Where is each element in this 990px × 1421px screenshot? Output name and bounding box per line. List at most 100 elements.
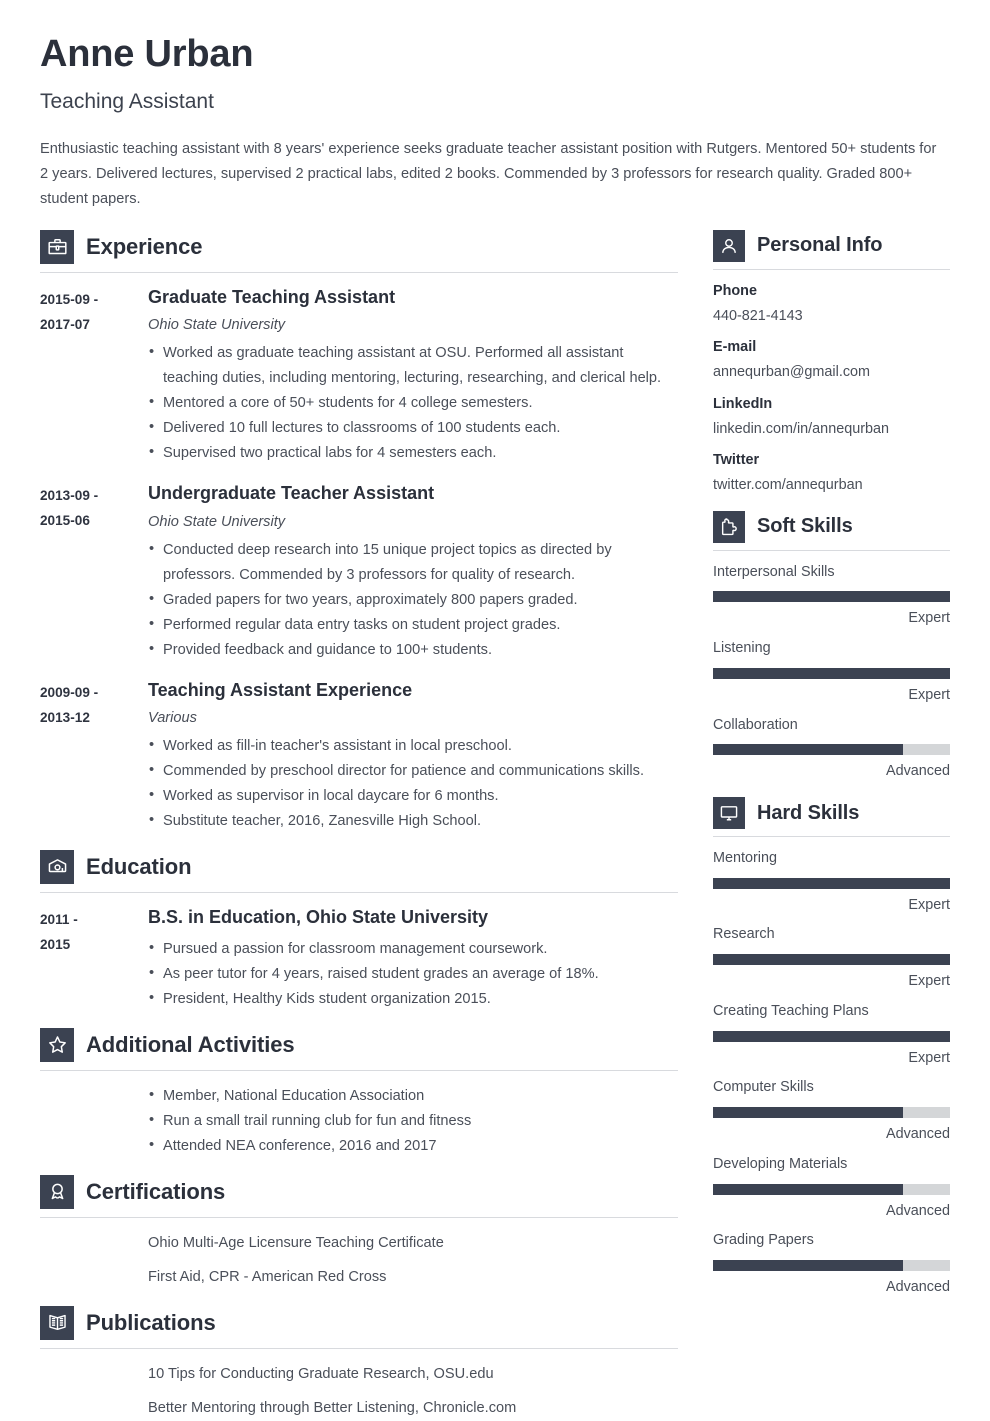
section-hard-skills: Hard Skills Mentoring Expert Research Ex… — [713, 797, 950, 1297]
section-header: Soft Skills — [713, 510, 950, 543]
bullet-item: As peer tutor for 4 years, raised studen… — [148, 961, 678, 987]
entry-date-range: 2011 - 2015 — [40, 906, 148, 1012]
experience-entry-list: 2015-09 - 2017-07 Graduate Teaching Assi… — [40, 286, 678, 835]
entry-bullet-list: Worked as graduate teaching assistant at… — [148, 340, 678, 466]
date-start: 2013-09 - — [40, 488, 99, 504]
section-title: Certifications — [86, 1178, 226, 1204]
person-icon — [713, 229, 745, 262]
bullet-item: Performed regular data entry tasks on st… — [148, 612, 678, 638]
skill-item: Computer Skills Advanced — [713, 1078, 950, 1143]
section-additional-activities: Additional Activities Member, National E… — [40, 1027, 678, 1159]
main-column: Experience 2015-09 - 2017-07 Graduate Te… — [40, 229, 678, 1421]
candidate-name: Anne Urban — [40, 33, 254, 75]
section-header: Certifications — [40, 1174, 678, 1209]
section-title: Additional Activities — [86, 1031, 295, 1057]
skill-bar-fill — [713, 744, 903, 756]
skill-name: Developing Materials — [713, 1155, 848, 1172]
skill-item: Listening Expert — [713, 639, 950, 704]
certifications-content: Ohio Multi-Age Licensure Teaching Certif… — [40, 1231, 678, 1290]
certification-item: Ohio Multi-Age Licensure Teaching Certif… — [148, 1234, 444, 1251]
experience-entry: 2009-09 - 2013-12 Teaching Assistant Exp… — [40, 679, 678, 835]
section-header: Education — [40, 850, 678, 885]
section-title: Publications — [86, 1309, 216, 1335]
skill-level-label: Expert — [908, 896, 950, 913]
skill-name: Listening — [713, 640, 771, 657]
skill-level-label: Expert — [908, 973, 950, 990]
info-value[interactable]: twitter.com/annequrban — [713, 476, 950, 495]
skill-level-label: Expert — [908, 610, 950, 627]
entry-role: Graduate Teaching Assistant — [148, 286, 396, 307]
entry-organization: Various — [148, 710, 197, 727]
briefcase-icon — [40, 229, 74, 264]
activities-content: Member, National Education Association R… — [40, 1083, 678, 1159]
skill-bar-track — [713, 591, 950, 603]
section-title: Soft Skills — [757, 515, 853, 538]
info-value[interactable]: 440-821-4143 — [713, 307, 950, 326]
skill-bar-track — [713, 1183, 950, 1195]
bullet-item: Run a small trail running club for fun a… — [148, 1108, 678, 1134]
skill-level-label: Expert — [908, 1049, 950, 1066]
section-title: Experience — [86, 233, 203, 259]
bullet-item: Commended by preschool director for pati… — [148, 758, 678, 784]
info-item-linkedin: LinkedIn linkedin.com/in/annequrban — [713, 395, 950, 438]
info-value[interactable]: annequrban@gmail.com — [713, 363, 950, 382]
section-divider — [713, 836, 950, 838]
section-header: Publications — [40, 1305, 678, 1340]
skill-bar-fill — [713, 1030, 950, 1042]
skill-item: Mentoring Expert — [713, 849, 950, 914]
skill-bar-fill — [713, 1107, 903, 1119]
skill-item: Interpersonal Skills Expert — [713, 563, 950, 628]
skill-bar-fill — [713, 591, 950, 603]
section-header: Experience — [40, 229, 678, 264]
skill-bar-fill — [713, 1183, 903, 1195]
info-value[interactable]: linkedin.com/in/annequrban — [713, 420, 950, 439]
entry-role: Teaching Assistant Experience — [148, 679, 413, 700]
education-entry: 2011 - 2015 B.S. in Education, Ohio Stat… — [40, 906, 678, 1012]
info-label: Phone — [713, 282, 757, 299]
bullet-item: Pursued a passion for classroom manageme… — [148, 936, 678, 962]
section-experience: Experience 2015-09 - 2017-07 Graduate Te… — [40, 229, 678, 835]
skill-bar-track — [713, 954, 950, 966]
skill-bar-fill — [713, 667, 950, 679]
info-label: E-mail — [713, 339, 757, 356]
resume-header: Anne Urban Teaching Assistant Enthusiast… — [40, 33, 950, 212]
skill-bar-fill — [713, 954, 950, 966]
section-header: Personal Info — [713, 229, 950, 262]
section-header: Additional Activities — [40, 1027, 678, 1062]
publication-item: 10 Tips for Conducting Graduate Research… — [148, 1365, 494, 1382]
section-education: Education 2011 - 2015 B.S. in Education,… — [40, 850, 678, 1012]
monitor-icon — [713, 797, 745, 830]
info-item-twitter: Twitter twitter.com/annequrban — [713, 451, 950, 494]
skill-bar-track — [713, 744, 950, 756]
entry-content: Undergraduate Teacher Assistant Ohio Sta… — [148, 482, 678, 663]
skill-bar-track — [713, 1107, 950, 1119]
bullet-item: Worked as supervisor in local daycare fo… — [148, 783, 678, 809]
sidebar-column: Personal Info Phone 440-821-4143 E-mail … — [713, 229, 950, 1297]
entry-bullet-list: Conducted deep research into 15 unique p… — [148, 537, 678, 663]
skill-name: Collaboration — [713, 716, 798, 733]
section-title: Personal Info — [757, 234, 883, 257]
resume-body: Experience 2015-09 - 2017-07 Graduate Te… — [40, 229, 950, 1421]
entry-date-range: 2013-09 - 2015-06 — [40, 482, 148, 663]
bullet-item: President, Healthy Kids student organiza… — [148, 986, 678, 1012]
bullet-item: Mentored a core of 50+ students for 4 co… — [148, 390, 678, 416]
bullet-item: Worked as fill-in teacher's assistant in… — [148, 733, 678, 759]
section-divider — [40, 892, 678, 894]
date-end: 2017-07 — [40, 316, 90, 332]
info-label: Twitter — [713, 452, 760, 469]
info-label: LinkedIn — [713, 395, 773, 412]
skill-name: Research — [713, 926, 775, 943]
section-title: Education — [86, 854, 192, 880]
publications-content: 10 Tips for Conducting Graduate Research… — [40, 1362, 678, 1421]
skill-bar-fill — [713, 1259, 903, 1271]
entry-date-range: 2015-09 - 2017-07 — [40, 286, 148, 467]
date-end: 2015-06 — [40, 513, 90, 529]
skill-bar-track — [713, 1030, 950, 1042]
bullet-item: Attended NEA conference, 2016 and 2017 — [148, 1133, 678, 1159]
star-icon — [40, 1027, 74, 1062]
graduation-cap-icon — [40, 850, 74, 885]
bullet-item: Conducted deep research into 15 unique p… — [148, 537, 678, 588]
info-item-email: E-mail annequrban@gmail.com — [713, 338, 950, 381]
skill-name: Interpersonal Skills — [713, 563, 835, 580]
skill-level-label: Advanced — [885, 763, 950, 780]
